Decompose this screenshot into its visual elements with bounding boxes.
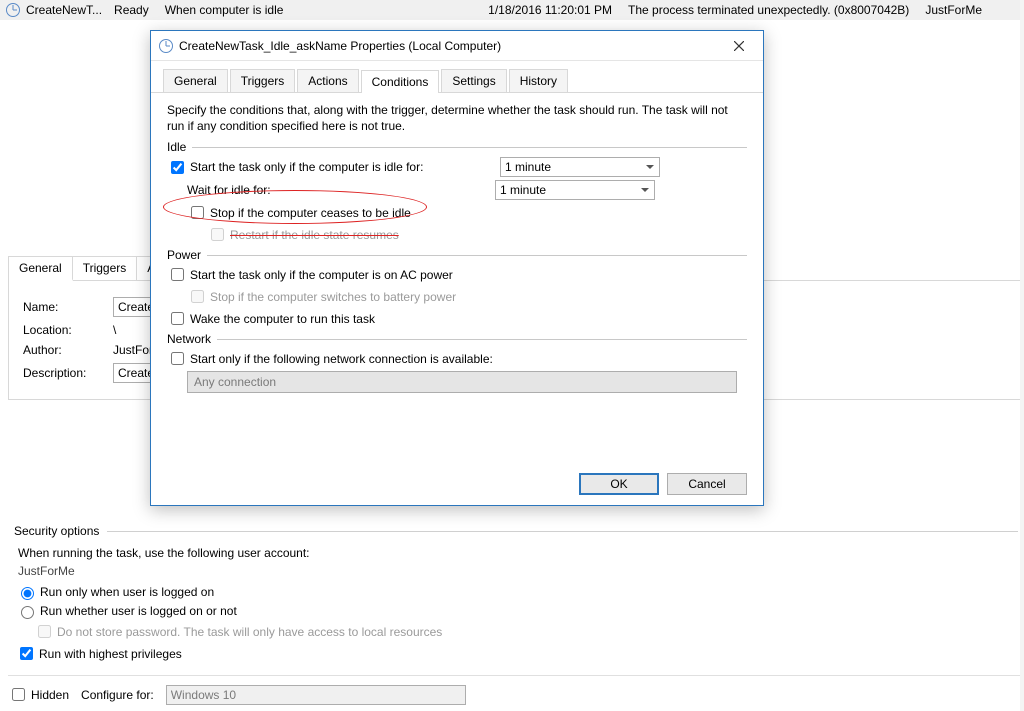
checkbox-highest-priv-label: Run with highest privileges (39, 647, 182, 661)
checkbox-no-password-label: Do not store password. The task will onl… (57, 625, 442, 639)
location-value: \ (113, 323, 116, 337)
radio-run-not-logged-label: Run whether user is logged on or not (40, 604, 237, 618)
checkbox-network-label: Start only if the following network conn… (190, 352, 493, 366)
radio-run-logged-on[interactable] (21, 587, 34, 600)
description-label: Description: (23, 366, 103, 380)
author-label: Author: (23, 343, 103, 357)
idle-wait-label: Wait for idle for: (187, 183, 495, 197)
tab-general[interactable]: General (9, 256, 73, 281)
checkbox-hidden-label: Hidden (31, 688, 69, 702)
tab-settings[interactable]: Settings (441, 69, 506, 92)
idle-wait-select[interactable] (495, 180, 655, 200)
close-icon (734, 41, 744, 51)
dialog-body: Specify the conditions that, along with … (151, 93, 763, 463)
checkbox-no-password (38, 625, 51, 638)
checkbox-idle-start-label: Start the task only if the computer is i… (190, 160, 500, 174)
tab-history[interactable]: History (509, 69, 568, 92)
name-label: Name: (23, 300, 103, 314)
tab-actions[interactable]: Actions (297, 69, 358, 92)
cancel-button[interactable]: Cancel (667, 473, 747, 495)
checkbox-stop-idle-label: Stop if the computer ceases to be idle (210, 206, 411, 220)
ok-button[interactable]: OK (579, 473, 659, 495)
tab-general[interactable]: General (163, 69, 228, 92)
task-author: JustForMe (925, 3, 982, 17)
checkbox-battery-stop (191, 290, 204, 303)
task-status: Ready (114, 3, 149, 17)
checkbox-restart-idle-label: Restart if the idle state resumes (230, 228, 399, 242)
properties-dialog: CreateNewTask_Idle_askName Properties (L… (150, 30, 764, 506)
checkbox-idle-start[interactable] (171, 161, 184, 174)
task-name: CreateNewT... (26, 3, 102, 17)
bottom-bar: Hidden Configure for: (8, 675, 1022, 707)
task-lastresult: The process terminated unexpectedly. (0x… (628, 3, 909, 17)
security-account: JustForMe (18, 564, 1018, 578)
dialog-button-row: OK Cancel (151, 463, 763, 505)
checkbox-wake[interactable] (171, 312, 184, 325)
tab-triggers[interactable]: Triggers (73, 256, 138, 280)
close-button[interactable] (723, 34, 755, 58)
radio-run-logged-on-label: Run only when user is logged on (40, 585, 214, 599)
checkbox-network[interactable] (171, 352, 184, 365)
checkbox-restart-idle (211, 228, 224, 241)
idle-group-title: Idle (167, 140, 186, 154)
dialog-title: CreateNewTask_Idle_askName Properties (L… (179, 39, 501, 53)
dialog-titlebar[interactable]: CreateNewTask_Idle_askName Properties (L… (151, 31, 763, 61)
checkbox-wake-label: Wake the computer to run this task (190, 312, 375, 326)
conditions-description: Specify the conditions that, along with … (167, 103, 747, 134)
network-group-title: Network (167, 332, 211, 346)
tab-conditions[interactable]: Conditions (361, 70, 440, 93)
network-connection-select (187, 371, 737, 393)
dialog-tabs: General Triggers Actions Conditions Sett… (151, 61, 763, 93)
task-list-row[interactable]: CreateNewT... Ready When computer is idl… (0, 0, 1024, 20)
checkbox-hidden[interactable] (12, 688, 25, 701)
radio-run-not-logged[interactable] (21, 606, 34, 619)
tab-triggers[interactable]: Triggers (230, 69, 296, 92)
checkbox-ac-power[interactable] (171, 268, 184, 281)
checkbox-stop-idle[interactable] (191, 206, 204, 219)
checkbox-ac-power-label: Start the task only if the computer is o… (190, 268, 453, 282)
task-icon (6, 3, 20, 17)
dialog-title-icon (159, 39, 173, 53)
location-label: Location: (23, 323, 103, 337)
security-title: Security options (14, 524, 99, 538)
configure-for-select[interactable] (166, 685, 466, 705)
task-trigger: When computer is idle (165, 3, 284, 17)
idle-duration-select[interactable] (500, 157, 660, 177)
security-runline: When running the task, use the following… (18, 546, 1018, 560)
checkbox-battery-stop-label: Stop if the computer switches to battery… (210, 290, 456, 304)
security-options: Security options When running the task, … (14, 524, 1018, 666)
checkbox-highest-priv[interactable] (20, 647, 33, 660)
task-lastrun: 1/18/2016 11:20:01 PM (488, 3, 612, 17)
configure-for-label: Configure for: (81, 688, 154, 702)
power-group-title: Power (167, 248, 201, 262)
